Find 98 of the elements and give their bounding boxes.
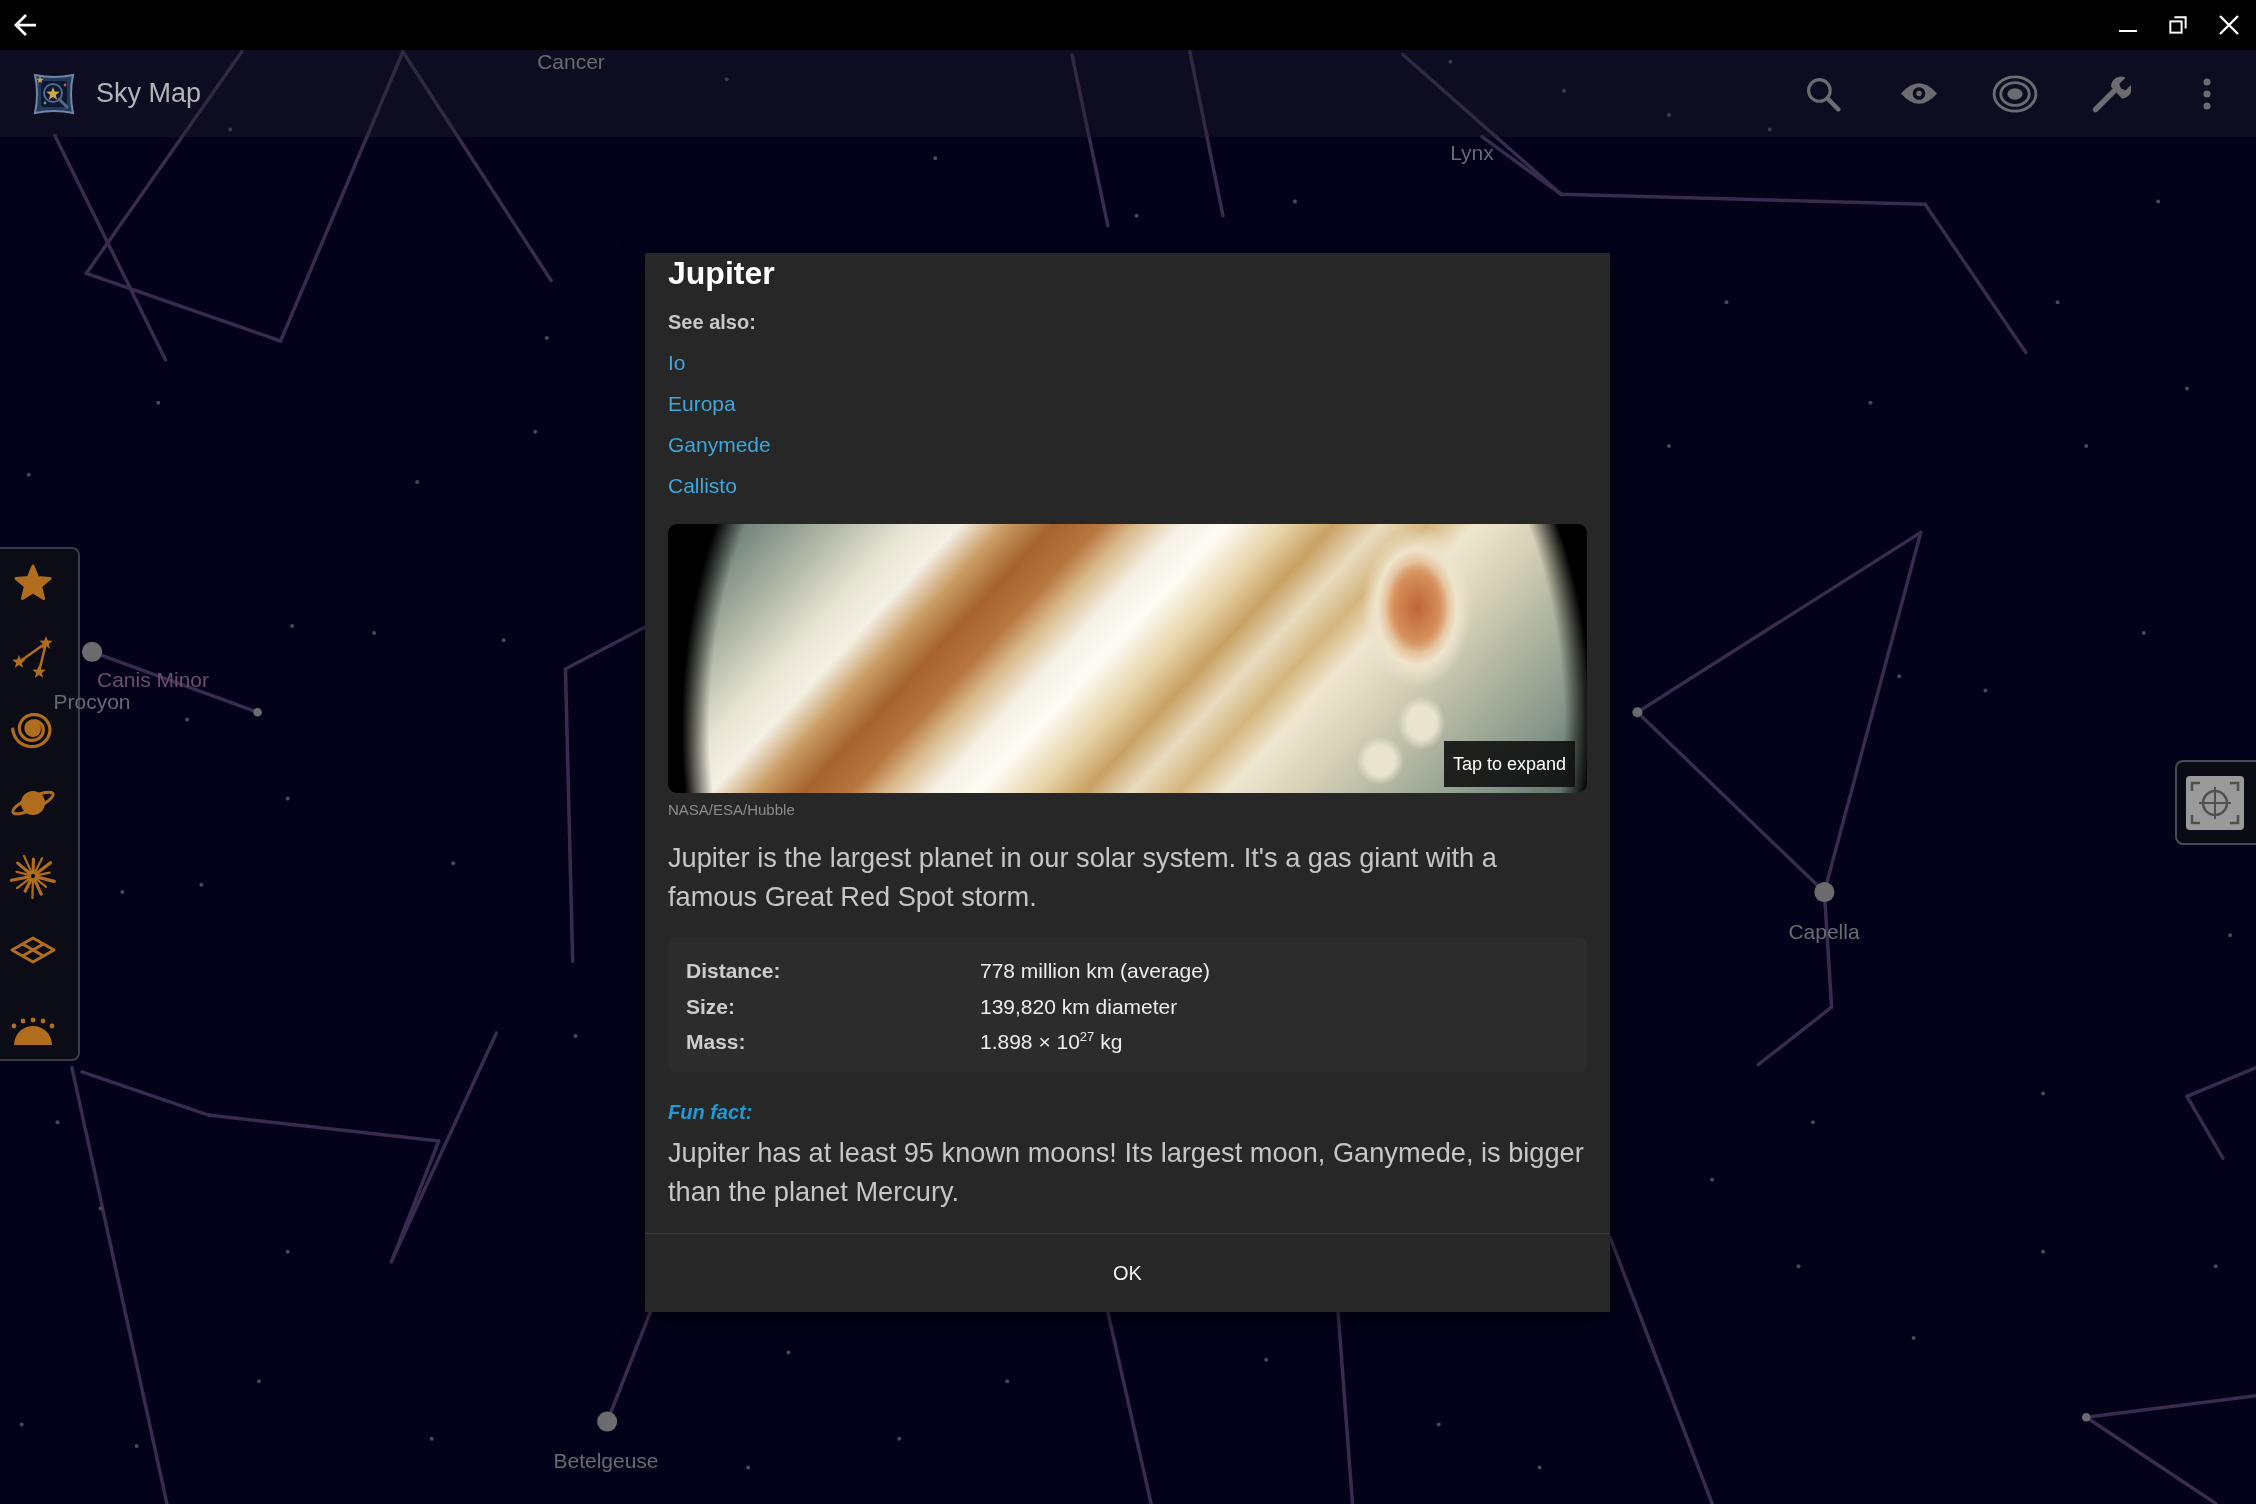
star-dot xyxy=(2156,199,2161,204)
star-dot xyxy=(933,156,938,161)
star-dot xyxy=(2055,300,2060,305)
star-dot xyxy=(2081,1412,2091,1422)
sky-label: Canis Minor xyxy=(97,668,209,690)
fact-value: 1.898 × 10$^{27}$ kg xyxy=(980,1028,1123,1055)
star-dot xyxy=(2084,444,2089,449)
star-dot xyxy=(2041,1091,2046,1096)
photo-credit: NASA/ESA/Hubble xyxy=(668,800,795,820)
star-dot xyxy=(19,1422,24,1427)
star-dot xyxy=(786,1350,791,1355)
fun-fact-text: Jupiter has at least 95 known moons! Its largest moon, Ganymede, is bigger than the planet Mercury. xyxy=(668,1135,1585,1209)
fact-label: Distance: xyxy=(686,958,781,984)
eye-icon[interactable] xyxy=(1899,80,1939,107)
star-dot xyxy=(544,336,549,341)
planet-photo[interactable]: Tap to expand xyxy=(668,524,1587,793)
star-dot xyxy=(2228,933,2233,938)
star-dot xyxy=(1537,1465,1542,1470)
star-dot xyxy=(1562,88,1566,93)
star-dot xyxy=(1292,199,1297,204)
sky-label: Betelgeuse xyxy=(553,1449,659,1471)
star-dot xyxy=(253,707,262,717)
star-dot xyxy=(1436,1422,1441,1427)
app-title: Sky Map xyxy=(96,77,202,110)
star-dot xyxy=(1983,688,1988,693)
see-also-link[interactable]: Europa xyxy=(668,383,736,424)
star-dot xyxy=(597,1411,618,1432)
star-dot xyxy=(120,890,125,895)
fact-label: Size: xyxy=(686,993,735,1020)
sky-label: Procyon xyxy=(53,690,131,712)
fun-fact-label: Fun fact: xyxy=(668,1100,753,1125)
star-dot xyxy=(724,77,729,82)
restore-icon[interactable] xyxy=(2169,16,2187,34)
fact-label: Mass: xyxy=(686,1029,746,1055)
star-dot xyxy=(415,480,420,484)
see-also-link[interactable]: Io xyxy=(668,342,686,383)
star-dot xyxy=(429,1436,434,1441)
star-dot xyxy=(98,1206,103,1211)
star-dot xyxy=(1767,127,1772,132)
star-dot xyxy=(257,1379,261,1384)
sky-label: Cancer xyxy=(537,50,605,72)
expand-label: Tap to expand xyxy=(1443,741,1575,787)
see-also-label: See also: xyxy=(668,310,756,335)
fact-value: 778 million km (average) xyxy=(980,958,1210,984)
dialog-button[interactable]: OK xyxy=(1089,1251,1166,1295)
star-dot xyxy=(451,861,456,866)
star-dot xyxy=(2141,631,2146,636)
description-text: Jupiter is the largest planet in our solar system. It's a gas giant with a famous Great Red Spot storm. xyxy=(668,840,1498,914)
fact-value: 139,820 km diameter xyxy=(980,993,1178,1020)
see-also-link[interactable]: Callisto xyxy=(668,465,737,506)
star-dot xyxy=(1632,707,1643,718)
star-dot xyxy=(573,1033,578,1038)
star-dot xyxy=(26,472,31,477)
star-dot xyxy=(285,1249,290,1254)
star-dot xyxy=(501,638,506,643)
search-icon[interactable] xyxy=(1805,75,1841,112)
star-dot xyxy=(290,623,295,628)
star-dot xyxy=(2213,1264,2218,1269)
star-dot xyxy=(1667,444,1671,449)
star-dot xyxy=(1810,1120,1815,1125)
star-dot xyxy=(1897,674,1902,679)
crosshair-icon xyxy=(2185,775,2244,830)
star-dot xyxy=(156,400,161,405)
star-dot xyxy=(746,1465,751,1470)
sky-label: Capella xyxy=(1788,920,1860,942)
rings-icon[interactable] xyxy=(1992,74,2038,113)
star-dot xyxy=(228,127,233,132)
star-dot xyxy=(134,1444,139,1448)
locate-button[interactable] xyxy=(2175,760,2256,845)
burst-icon[interactable] xyxy=(9,852,57,900)
star-dot xyxy=(2041,1249,2046,1254)
star-dot xyxy=(1796,1264,1801,1269)
see-also-link[interactable]: Ganymede xyxy=(668,424,771,465)
star-dot xyxy=(533,429,538,434)
sky-label: Lynx xyxy=(1450,141,1494,163)
logo-icon xyxy=(32,71,76,116)
star-dot xyxy=(1448,59,1453,64)
star-dot xyxy=(1710,1177,1715,1182)
star-dot xyxy=(897,1436,902,1441)
star-dot xyxy=(372,631,377,636)
star-dot xyxy=(1814,882,1835,903)
star-dot xyxy=(55,1120,60,1125)
star-dot xyxy=(1724,300,1729,305)
more-icon[interactable] xyxy=(2203,77,2211,110)
star-dot xyxy=(199,882,204,887)
star-dot xyxy=(185,717,190,722)
star-dot xyxy=(285,796,290,801)
star-dot xyxy=(1264,1357,1269,1362)
star-dot xyxy=(1134,213,1139,218)
star-dot xyxy=(1667,113,1671,118)
star-dot xyxy=(1911,1336,1916,1341)
star-dot xyxy=(82,641,103,662)
star-dot xyxy=(1868,400,1873,405)
star-dot xyxy=(1005,1379,1010,1384)
dialog-title: Jupiter xyxy=(668,254,775,293)
star-dot xyxy=(2185,386,2189,391)
back-icon[interactable] xyxy=(14,14,36,36)
close-icon[interactable] xyxy=(2219,15,2239,35)
